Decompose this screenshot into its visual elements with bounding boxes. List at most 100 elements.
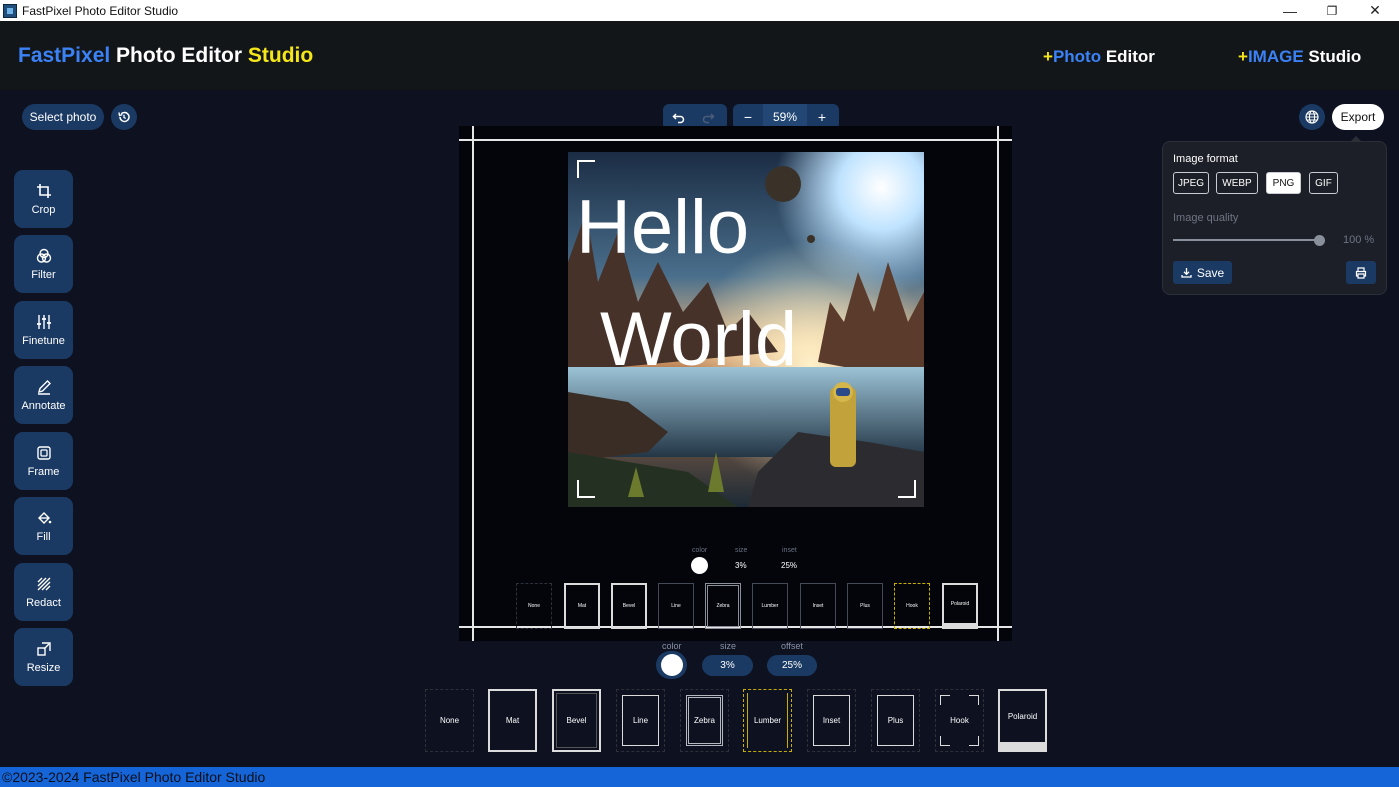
resize-icon <box>36 641 51 656</box>
window-title: FastPixel Photo Editor Studio <box>22 3 179 18</box>
image-format-label: Image format <box>1173 153 1238 165</box>
tool-label: Redact <box>26 596 61 609</box>
language-button[interactable] <box>1299 104 1325 130</box>
hook-corner <box>969 695 979 705</box>
lumber-inner: Lumber <box>747 693 788 748</box>
frame-option-inset[interactable]: Inset <box>807 689 856 752</box>
hook-corner <box>940 695 950 705</box>
history-button[interactable] <box>111 104 137 130</box>
brand-part-fastpixel: FastPixel <box>18 44 111 67</box>
zebra-inner: Zebra <box>686 695 723 746</box>
frame-option-plus[interactable]: Plus <box>871 689 920 752</box>
link-accent-text: IMAGE <box>1247 47 1304 66</box>
undo-icon <box>671 112 684 123</box>
mini-frame-none: None <box>516 583 552 629</box>
mini-frame-bevel: Bevel <box>611 583 647 629</box>
tool-frame[interactable]: Frame <box>14 432 73 490</box>
export-button[interactable]: Export <box>1332 104 1384 130</box>
app-icon <box>3 3 17 18</box>
mini-frame-zebra: Zebra <box>705 583 741 629</box>
mini-frame-hook: Hook <box>894 583 930 629</box>
crop-handle-bottom-left[interactable] <box>577 480 595 498</box>
tool-label: Filter <box>31 268 56 281</box>
color-dot <box>660 654 683 676</box>
tool-label: Frame <box>27 465 60 478</box>
hook-label: Hook <box>950 716 969 725</box>
frame-option-polaroid[interactable]: Polaroid <box>998 689 1047 752</box>
text-layer-world[interactable]: World <box>600 302 797 378</box>
format-jpeg-button[interactable]: JPEG <box>1173 172 1209 194</box>
hook-corner <box>969 736 979 746</box>
crop-handle-bottom-right[interactable] <box>898 480 916 498</box>
print-button[interactable] <box>1346 261 1376 284</box>
link-text: Studio <box>1303 47 1362 66</box>
frame-guide-top <box>459 139 1012 141</box>
history-icon <box>118 111 130 123</box>
tool-label: Annotate <box>21 399 66 412</box>
tool-label: Fill <box>36 530 51 543</box>
footer-copyright: ©2023-2024 FastPixel Photo Editor Studio <box>0 767 1399 787</box>
globe-icon <box>1305 110 1319 124</box>
mini-inset-value: 25% <box>781 561 798 570</box>
frame-option-line[interactable]: Line <box>616 689 665 752</box>
tool-fill[interactable]: Fill <box>14 497 73 555</box>
mini-inset-label: inset <box>782 547 797 554</box>
quality-value: 100 % <box>1343 234 1375 246</box>
pencil-icon <box>37 379 51 395</box>
format-gif-button[interactable]: GIF <box>1309 172 1338 194</box>
crop-icon <box>36 183 51 198</box>
plus-glyph: + <box>1043 47 1053 66</box>
frame-option-lumber-selected[interactable]: Lumber <box>743 689 792 752</box>
save-button[interactable]: Save <box>1173 261 1232 284</box>
filter-icon <box>36 248 51 263</box>
frame-guide-left <box>472 126 474 641</box>
tool-crop[interactable]: Crop <box>14 170 73 228</box>
frame-icon <box>36 445 51 460</box>
tool-annotate[interactable]: Annotate <box>14 366 73 424</box>
format-png-button[interactable]: PNG <box>1266 172 1301 194</box>
photo-editor-link[interactable]: +Photo Editor <box>1043 47 1155 67</box>
quality-slider-thumb[interactable] <box>1314 235 1325 246</box>
quality-slider-fill <box>1173 239 1323 241</box>
text-layer-hello[interactable]: Hello <box>576 190 749 266</box>
redact-icon <box>37 577 50 590</box>
tool-redact[interactable]: Redact <box>14 563 73 621</box>
frame-option-none[interactable]: None <box>425 689 474 752</box>
restore-button[interactable]: ❐ <box>1311 0 1353 21</box>
plus-inner: Plus <box>877 695 914 746</box>
frame-option-hook[interactable]: Hook <box>935 689 984 752</box>
mini-frame-mat: Mat <box>564 583 600 629</box>
tool-finetune[interactable]: Finetune <box>14 301 73 359</box>
crop-handle-top-left[interactable] <box>577 160 595 178</box>
image-quality-label: Image quality <box>1173 212 1239 224</box>
close-button[interactable]: ✕ <box>1354 0 1396 21</box>
tool-resize[interactable]: Resize <box>14 628 73 686</box>
mini-color-label: color <box>692 547 708 554</box>
mini-frame-lumber: Lumber <box>752 583 788 629</box>
frame-option-bevel[interactable]: Bevel <box>552 689 601 752</box>
color-label: color <box>662 641 682 651</box>
app-header: FastPixel Photo Editor Studio +Photo Edi… <box>0 21 1399 90</box>
frame-option-zebra[interactable]: Zebra <box>680 689 729 752</box>
minimize-button[interactable]: — <box>1269 0 1311 21</box>
frame-color-picker[interactable] <box>656 651 687 679</box>
frame-offset-button[interactable]: 25% <box>767 655 817 676</box>
plus-glyph: + <box>1238 47 1248 66</box>
brand-part-studio: Studio <box>247 44 314 67</box>
format-webp-button[interactable]: WEBP <box>1216 172 1258 194</box>
select-photo-button[interactable]: Select photo <box>22 104 104 130</box>
tool-filter[interactable]: Filter <box>14 235 73 293</box>
window-title-bar: FastPixel Photo Editor Studio — ❐ ✕ <box>0 0 1399 21</box>
hook-corner <box>940 736 950 746</box>
save-label: Save <box>1196 265 1225 280</box>
mini-frame-plus: Plus <box>847 583 883 629</box>
mini-color-swatch <box>691 557 708 574</box>
offset-label: offset <box>781 641 803 651</box>
download-icon <box>1181 268 1192 278</box>
image-studio-link[interactable]: +IMAGE Studio <box>1238 47 1361 67</box>
mini-frame-inset: Inset <box>800 583 836 629</box>
frame-size-button[interactable]: 3% <box>702 655 753 676</box>
frame-option-mat[interactable]: Mat <box>488 689 537 752</box>
mini-frame-line: Line <box>658 583 694 629</box>
redo-icon <box>702 112 715 123</box>
